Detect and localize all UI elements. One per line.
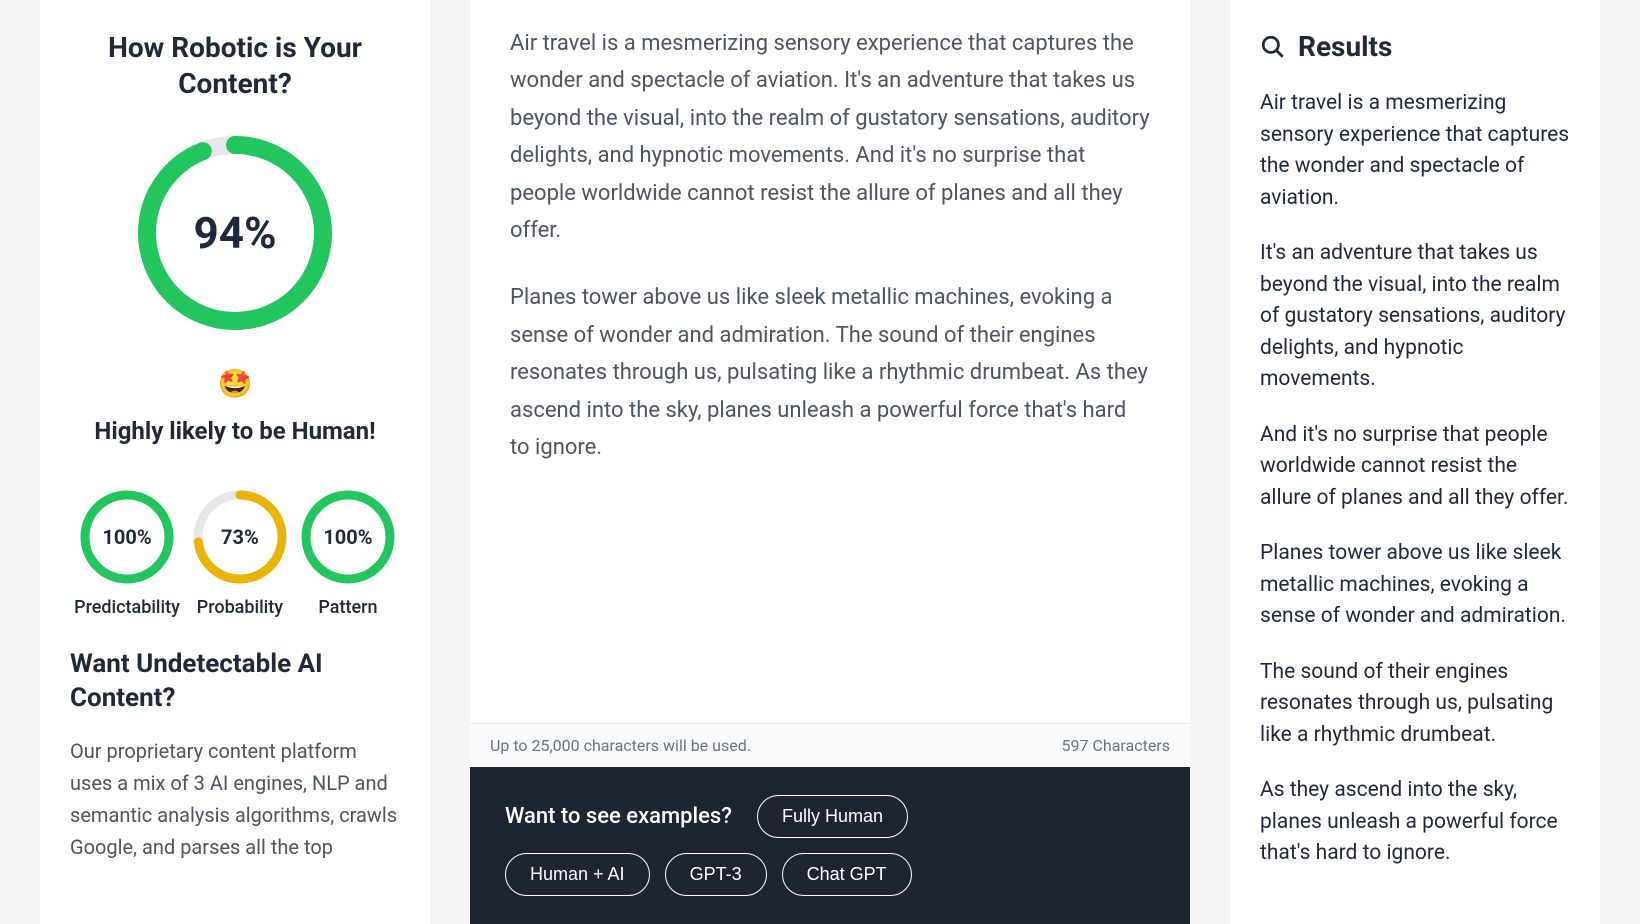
results-paragraph: As they ascend into the sky, planes unle… xyxy=(1260,775,1570,870)
example-fully-human-button[interactable]: Fully Human xyxy=(757,795,908,838)
results-paragraph: The sound of their engines resonates thr… xyxy=(1260,657,1570,752)
example-chatgpt-button[interactable]: Chat GPT xyxy=(782,853,912,896)
main-score-value: 94% xyxy=(193,207,276,259)
examples-bar: Want to see examples? Fully Human Human … xyxy=(470,767,1190,924)
results-paragraph: Air travel is a mesmerizing sensory expe… xyxy=(1260,88,1570,214)
char-count-text: 597 Characters xyxy=(1062,736,1170,755)
sub-score-predictability: 100% Predictability xyxy=(74,489,180,618)
score-title: How Robotic is Your Content? xyxy=(70,30,400,103)
content-paragraph: Air travel is a mesmerizing sensory expe… xyxy=(510,25,1150,249)
sub-score-label: Probability xyxy=(197,597,283,618)
undetectable-title: Want Undetectable AI Content? xyxy=(70,648,400,716)
sub-score-label: Predictability xyxy=(74,597,180,618)
verdict-text: Highly likely to be Human! xyxy=(94,413,375,449)
main-score-donut: 94% xyxy=(135,133,335,333)
results-header: Results xyxy=(1260,30,1570,63)
sub-scores: 100% Predictability 73% Probability xyxy=(74,489,396,618)
char-limit-text: Up to 25,000 characters will be used. xyxy=(490,736,751,755)
sub-score-value: 100% xyxy=(323,525,372,549)
sub-score-value: 100% xyxy=(102,525,151,549)
example-gpt3-button[interactable]: GPT-3 xyxy=(665,853,767,896)
sub-score-probability: 73% Probability xyxy=(192,489,288,618)
sub-score-value: 73% xyxy=(221,525,259,549)
results-panel: Results Air travel is a mesmerizing sens… xyxy=(1230,0,1600,924)
results-paragraph: Planes tower above us like sleek metalli… xyxy=(1260,538,1570,633)
content-textarea[interactable]: Air travel is a mesmerizing sensory expe… xyxy=(470,0,1190,723)
content-panel: Air travel is a mesmerizing sensory expe… xyxy=(470,0,1190,924)
examples-title: Want to see examples? xyxy=(505,804,732,829)
results-text: Air travel is a mesmerizing sensory expe… xyxy=(1260,88,1570,870)
magnifier-icon xyxy=(1260,34,1286,60)
sub-score-label: Pattern xyxy=(318,597,377,618)
score-panel: How Robotic is Your Content? 94% 🤩 Highl… xyxy=(40,0,430,924)
sub-score-pattern: 100% Pattern xyxy=(300,489,396,618)
undetectable-text: Our proprietary content platform uses a … xyxy=(70,735,400,863)
results-title: Results xyxy=(1298,30,1392,63)
content-paragraph: Planes tower above us like sleek metalli… xyxy=(510,279,1150,466)
star-eyes-emoji-icon: 🤩 xyxy=(218,363,253,405)
results-paragraph: And it's no surprise that people worldwi… xyxy=(1260,420,1570,515)
results-paragraph: It's an adventure that takes us beyond t… xyxy=(1260,238,1570,396)
verdict: 🤩 Highly likely to be Human! xyxy=(70,363,400,449)
character-bar: Up to 25,000 characters will be used. 59… xyxy=(470,723,1190,767)
example-human-ai-button[interactable]: Human + AI xyxy=(505,853,650,896)
